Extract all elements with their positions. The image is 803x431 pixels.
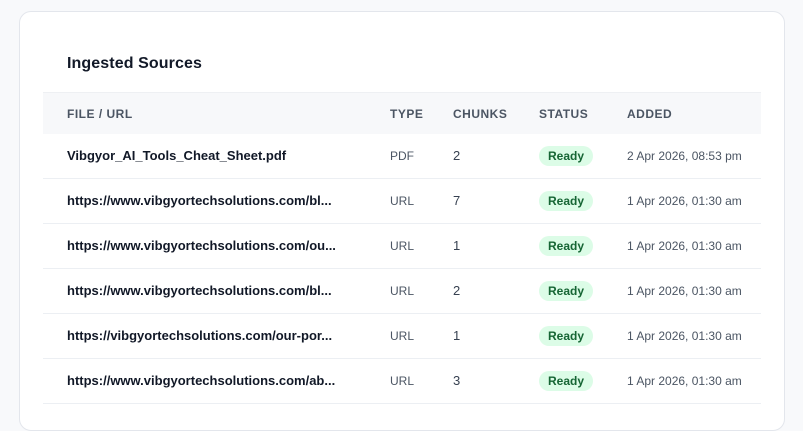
source-name[interactable]: https://www.vibgyortechsolutions.com/bl.… xyxy=(67,269,357,313)
column-header-added[interactable]: ADDED xyxy=(627,107,672,121)
column-header-chunks[interactable]: CHUNKS xyxy=(453,107,507,121)
ingested-sources-panel: Ingested Sources FILE / URL TYPE CHUNKS … xyxy=(19,11,785,431)
status-cell: Ready xyxy=(539,269,594,313)
chunk-count: 2 xyxy=(453,283,461,298)
status-cell: Ready xyxy=(539,134,594,178)
source-type: URL xyxy=(390,194,415,208)
source-name[interactable]: https://www.vibgyortechsolutions.com/bl.… xyxy=(67,179,357,223)
chunk-count: 1 xyxy=(453,328,461,343)
status-cell: Ready xyxy=(539,224,594,268)
status-badge: Ready xyxy=(539,325,594,346)
source-type: URL xyxy=(390,329,415,343)
chunk-count: 2 xyxy=(453,148,461,163)
added-date: 1 Apr 2026, 01:30 am xyxy=(627,284,742,298)
status-badge: Ready xyxy=(539,280,594,301)
column-header-type[interactable]: TYPE xyxy=(390,107,423,121)
chunk-count: 3 xyxy=(453,373,461,388)
added-date: 1 Apr 2026, 01:30 am xyxy=(627,329,742,343)
sources-table: FILE / URL TYPE CHUNKS STATUS ADDED Vibg… xyxy=(43,92,761,404)
panel-title: Ingested Sources xyxy=(67,55,202,72)
added-date: 1 Apr 2026, 01:30 am xyxy=(627,194,742,208)
chunk-count: 1 xyxy=(453,238,461,253)
source-name[interactable]: https://vibgyortechsolutions.com/our-por… xyxy=(67,314,357,358)
column-header-status[interactable]: STATUS xyxy=(539,107,588,121)
column-header-file-url[interactable]: FILE / URL xyxy=(67,107,133,121)
source-type: URL xyxy=(390,239,415,253)
source-name[interactable]: Vibgyor_AI_Tools_Cheat_Sheet.pdf xyxy=(67,134,357,178)
source-type: PDF xyxy=(390,149,414,163)
table-row[interactable]: https://www.vibgyortechsolutions.com/bl.… xyxy=(43,269,761,314)
status-badge: Ready xyxy=(539,370,594,391)
status-cell: Ready xyxy=(539,179,594,223)
status-badge: Ready xyxy=(539,235,594,256)
status-badge: Ready xyxy=(539,145,594,166)
table-row[interactable]: https://www.vibgyortechsolutions.com/ab.… xyxy=(43,359,761,404)
added-date: 2 Apr 2026, 08:53 pm xyxy=(627,149,742,163)
status-badge: Ready xyxy=(539,190,594,211)
status-cell: Ready xyxy=(539,314,594,358)
source-name[interactable]: https://www.vibgyortechsolutions.com/ou.… xyxy=(67,224,357,268)
table-row[interactable]: Vibgyor_AI_Tools_Cheat_Sheet.pdf PDF 2 R… xyxy=(43,134,761,179)
table-row[interactable]: https://www.vibgyortechsolutions.com/bl.… xyxy=(43,179,761,224)
table-header: FILE / URL TYPE CHUNKS STATUS ADDED xyxy=(43,92,761,134)
source-type: URL xyxy=(390,284,415,298)
source-name[interactable]: https://www.vibgyortechsolutions.com/ab.… xyxy=(67,359,357,403)
chunk-count: 7 xyxy=(453,193,461,208)
added-date: 1 Apr 2026, 01:30 am xyxy=(627,239,742,253)
source-type: URL xyxy=(390,374,415,388)
status-cell: Ready xyxy=(539,359,594,403)
table-row[interactable]: https://vibgyortechsolutions.com/our-por… xyxy=(43,314,761,359)
table-row[interactable]: https://www.vibgyortechsolutions.com/ou.… xyxy=(43,224,761,269)
added-date: 1 Apr 2026, 01:30 am xyxy=(627,374,742,388)
